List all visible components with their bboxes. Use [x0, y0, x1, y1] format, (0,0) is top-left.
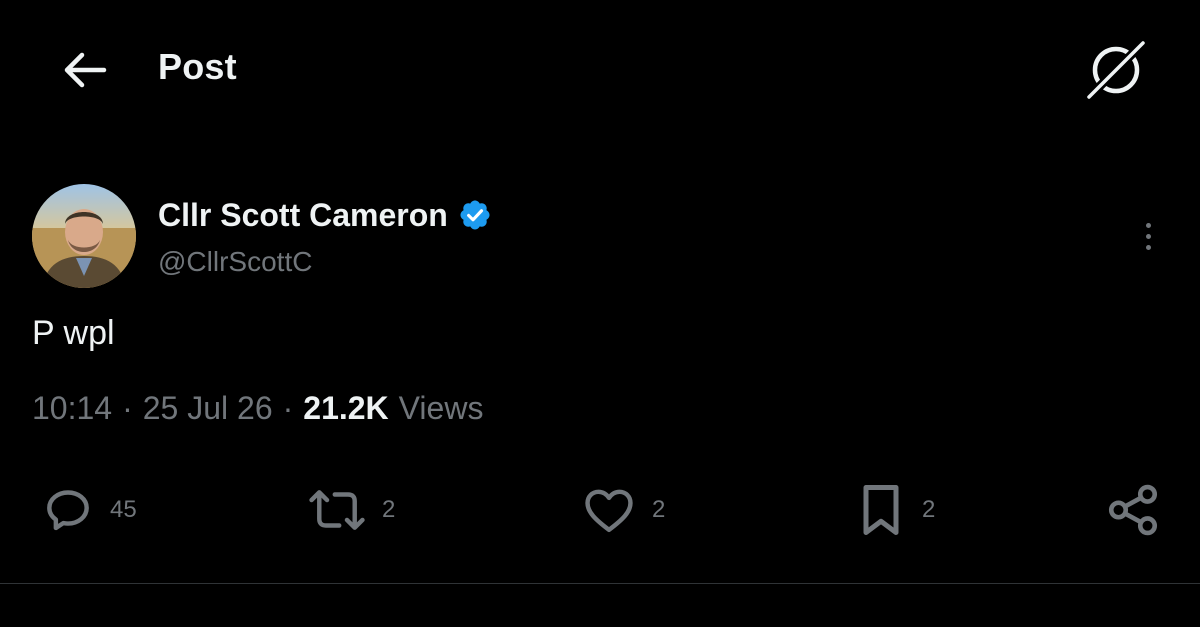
author-name-row[interactable]: Cllr Scott Cameron: [158, 194, 492, 236]
more-options-button[interactable]: [1128, 212, 1168, 260]
bookmark-count: 2: [922, 496, 936, 523]
arrow-left-icon: [64, 52, 107, 88]
more-dot: [1145, 233, 1151, 239]
grok-button[interactable]: [1080, 36, 1152, 104]
reply-count: 45: [110, 496, 137, 523]
post-meta: 10:14 · 25 Jul 26 · 21.2K Views: [32, 390, 483, 427]
reply-icon: [47, 490, 89, 531]
author-avatar[interactable]: [32, 184, 136, 288]
post-time[interactable]: 10:14: [32, 390, 112, 427]
verified-badge-icon[interactable]: [458, 198, 492, 232]
bookmark-icon: [863, 485, 899, 535]
more-dot: [1145, 244, 1151, 250]
back-button[interactable]: [56, 44, 112, 96]
repost-button[interactable]: 2: [306, 480, 395, 540]
post-date[interactable]: 25 Jul 26: [143, 390, 273, 427]
divider: [0, 583, 1200, 584]
share-icon: [1108, 484, 1158, 536]
like-count: 2: [652, 496, 666, 523]
top-app-bar: Post: [0, 0, 1200, 140]
grok-icon: [1084, 39, 1148, 101]
author-display-name[interactable]: Cllr Scott Cameron: [158, 197, 448, 234]
bookmark-button[interactable]: 2: [854, 480, 935, 540]
author-handle[interactable]: @CllrScottC: [158, 246, 312, 278]
meta-separator: ·: [282, 390, 294, 426]
repost-count: 2: [382, 496, 396, 523]
page-title: Post: [158, 46, 237, 87]
reply-button[interactable]: 45: [40, 480, 137, 540]
more-dots-icon: [1145, 222, 1151, 228]
post-text: P wpl: [32, 314, 115, 352]
heart-icon: [585, 489, 633, 533]
repost-icon: [309, 490, 365, 530]
avatar-photo: [32, 184, 136, 288]
share-button[interactable]: [1104, 480, 1162, 540]
meta-separator: ·: [122, 390, 133, 426]
like-button[interactable]: 2: [580, 480, 665, 540]
action-bar: 45 2 2 2: [0, 470, 1200, 550]
views-label[interactable]: Views: [399, 390, 484, 427]
views-count[interactable]: 21.2K: [303, 390, 388, 427]
